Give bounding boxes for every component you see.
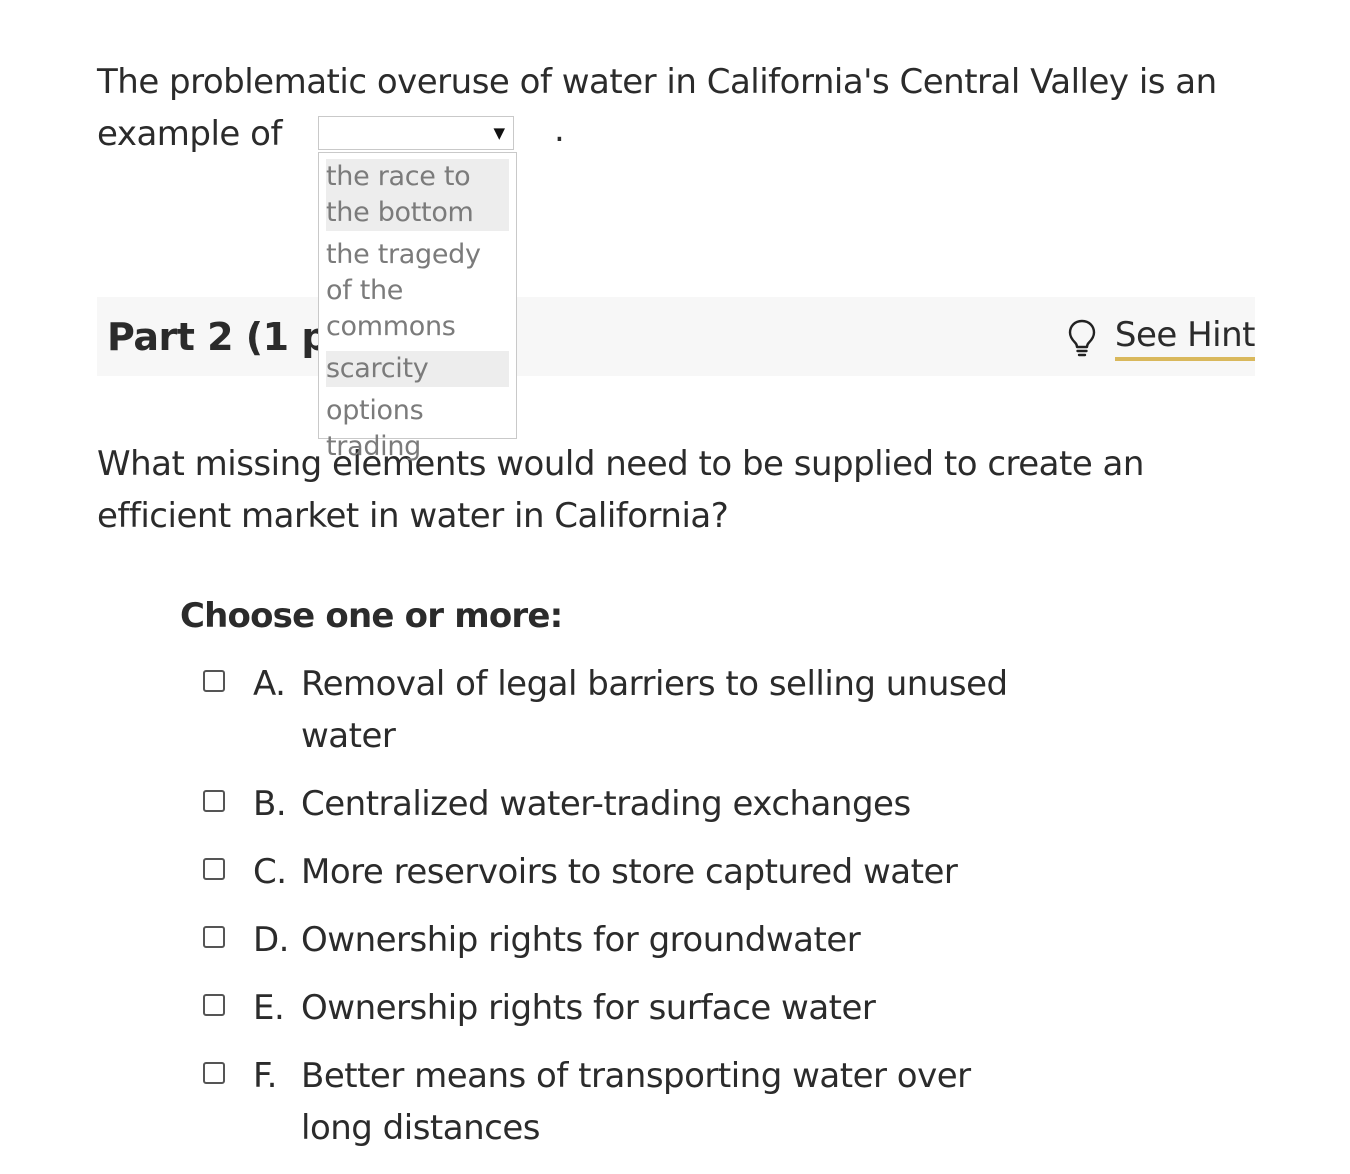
choose-instruction: Choose one or more: (180, 596, 563, 636)
choice-text: Centralized water-trading exchanges (301, 784, 911, 824)
choice-e[interactable]: E. Ownership rights for surface water (203, 986, 1203, 1034)
checkbox-icon[interactable] (203, 790, 225, 812)
dropdown-option-tragedy-of-commons[interactable]: the tragedy of the commons (326, 237, 509, 345)
part1-question: The problematic overuse of water in Cali… (97, 56, 1217, 160)
choice-letter: E. (253, 988, 285, 1028)
lightbulb-icon (1068, 319, 1096, 357)
checkbox-icon[interactable] (203, 858, 225, 880)
part2-question: What missing elements would need to be s… (97, 444, 1144, 536)
dropdown-option-options-trading[interactable]: options trading (326, 393, 509, 465)
choice-letter: C. (253, 852, 287, 892)
checkbox-icon[interactable] (203, 1062, 225, 1084)
choice-list: A. Removal of legal barriers to selling … (203, 662, 1203, 1174)
choice-f[interactable]: F. Better means of transporting water ov… (203, 1054, 1203, 1154)
choice-text: Better means of transporting water over … (301, 1056, 971, 1148)
checkbox-icon[interactable] (203, 670, 225, 692)
see-hint-label: See Hint (1114, 315, 1256, 361)
see-hint-button[interactable]: See Hint (1067, 313, 1256, 363)
part1-sentence-line1: The problematic overuse of water in Cali… (97, 62, 1217, 102)
dropdown-option-race-to-bottom[interactable]: the race to the bottom (326, 159, 509, 231)
checkbox-icon[interactable] (203, 926, 225, 948)
part2-header: Part 2 (1 pt See Hint (97, 297, 1256, 376)
caret-down-icon: ▼ (493, 124, 505, 142)
part1-sentence-line2: example of (97, 114, 282, 154)
choice-letter: D. (253, 920, 290, 960)
choice-text: Removal of legal barriers to selling unu… (301, 664, 1008, 756)
choice-a[interactable]: A. Removal of legal barriers to selling … (203, 662, 1203, 762)
choice-letter: F. (253, 1056, 277, 1096)
choice-b[interactable]: B. Centralized water-trading exchanges (203, 782, 1203, 830)
choice-letter: B. (253, 784, 287, 824)
answer-dropdown-list: the race to the bottom the tragedy of th… (318, 152, 517, 462)
choice-text: More reservoirs to store captured water (301, 852, 958, 892)
part2-title: Part 2 (1 pt (107, 315, 346, 359)
choice-text: Ownership rights for groundwater (301, 920, 861, 960)
checkbox-icon[interactable] (203, 994, 225, 1016)
choice-d[interactable]: D. Ownership rights for groundwater (203, 918, 1203, 966)
sentence-period: . (554, 110, 565, 150)
choice-text: Ownership rights for surface water (301, 988, 876, 1028)
choice-letter: A. (253, 664, 286, 704)
choice-c[interactable]: C. More reservoirs to store captured wat… (203, 850, 1203, 898)
answer-select[interactable]: ▼ (318, 116, 514, 150)
dropdown-option-scarcity[interactable]: scarcity (326, 351, 509, 387)
